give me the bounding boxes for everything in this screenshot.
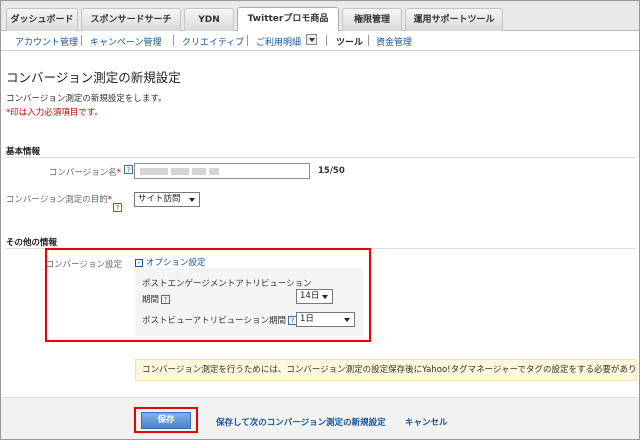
masked-value [171, 168, 189, 175]
section-divider [6, 157, 636, 158]
view-label-text: ポストビューアトリビューション期間 [142, 316, 286, 326]
masked-value [140, 168, 168, 175]
tab-support-tools[interactable]: 運用サポートツール [405, 8, 503, 31]
tab-dashboard[interactable]: ダッシュボード [6, 8, 78, 31]
subnav-campaign[interactable]: キャンペーン管理 [90, 35, 162, 48]
engagement-selected-value: 14日 [300, 291, 320, 301]
engagement-label-line1: ポストエンゲージメントアトリビューション [142, 279, 312, 289]
purpose-text: コンバージョン測定の目的 [5, 195, 108, 205]
chevron-down-icon [322, 295, 328, 299]
chevron-down-icon [189, 198, 195, 202]
subnav-divider [81, 35, 82, 46]
engagement-period-select[interactable]: 14日 [296, 289, 333, 304]
collapse-icon: - [135, 258, 143, 267]
masked-value [192, 168, 206, 175]
required-mark: * [116, 168, 121, 178]
subnav-divider [247, 35, 248, 46]
section-other-info: その他の情報 [6, 238, 58, 248]
tab-twitter-promo[interactable]: Twitterプロモ商品 [237, 7, 339, 31]
conversion-name-label: コンバージョン名* [49, 166, 121, 178]
option-settings-label: オプション設定 [146, 258, 206, 268]
subnav-account[interactable]: アカウント管理 [15, 35, 78, 48]
top-tab-bar: ダッシュボード スポンサードサーチ YDN Twitterプロモ商品 権限管理 … [1, 1, 639, 31]
subnav-funds[interactable]: 資金管理 [376, 35, 412, 48]
tab-sponsored-search[interactable]: スポンサードサーチ [81, 8, 181, 31]
page-title: コンバージョン測定の新規設定 [6, 70, 181, 85]
tag-manager-notice: コンバージョン測定を行うためには、コンバージョン測定の設定保存後にYahoo!タ… [135, 359, 637, 381]
cv-setting-label: コンバージョン設定 [45, 260, 122, 270]
masked-value [209, 168, 219, 175]
section-basic-info: 基本情報 [6, 147, 41, 157]
chevron-down-icon[interactable] [306, 34, 317, 45]
subnav-divider [173, 35, 174, 46]
character-count: 15/50 [318, 166, 345, 176]
view-period-select[interactable]: 1日 [296, 312, 355, 327]
required-note: *印は入力必須項目です。 [6, 108, 103, 118]
subnav-billing[interactable]: ご利用明細 [256, 35, 301, 48]
purpose-select[interactable]: サイト訪問 [134, 192, 200, 207]
conversion-name-text: コンバージョン名 [48, 168, 117, 178]
subnav-creative[interactable]: クリエイティブ [182, 35, 244, 48]
purpose-selected-value: サイト訪問 [138, 194, 181, 204]
view-selected-value: 1日 [300, 314, 314, 324]
save-button[interactable]: 保存 [141, 412, 191, 429]
cancel-link[interactable]: キャンセル [405, 416, 448, 428]
sub-navigation: アカウント管理 キャンペーン管理 クリエイティブ ご利用明細 ツール 資金管理 [1, 31, 639, 51]
required-mark: * [107, 195, 112, 205]
conversion-name-input[interactable] [134, 163, 310, 179]
help-icon[interactable]: ? [161, 295, 171, 304]
engagement-label-line2: 期間 [142, 295, 160, 305]
subnav-tools[interactable]: ツール [336, 35, 363, 48]
subnav-divider [368, 35, 369, 46]
subnav-divider [326, 35, 327, 46]
option-settings-toggle[interactable]: - オプション設定 [135, 256, 206, 268]
engagement-label: ポストエンゲージメントアトリビューション 期間? [142, 277, 312, 305]
help-icon[interactable]: ? [124, 165, 133, 174]
chevron-down-icon [344, 318, 350, 322]
tab-ydn[interactable]: YDN [184, 8, 234, 31]
help-icon[interactable]: ? [113, 203, 122, 212]
purpose-label: コンバージョン測定の目的* [6, 193, 112, 205]
page-description: コンバージョン測定の新規設定をします。 [6, 94, 167, 104]
tab-permission[interactable]: 権限管理 [342, 8, 402, 31]
save-and-new-link[interactable]: 保存して次のコンバージョン測定の新規設定 [216, 416, 386, 428]
view-label: ポストビューアトリビューション期間? [142, 314, 297, 326]
